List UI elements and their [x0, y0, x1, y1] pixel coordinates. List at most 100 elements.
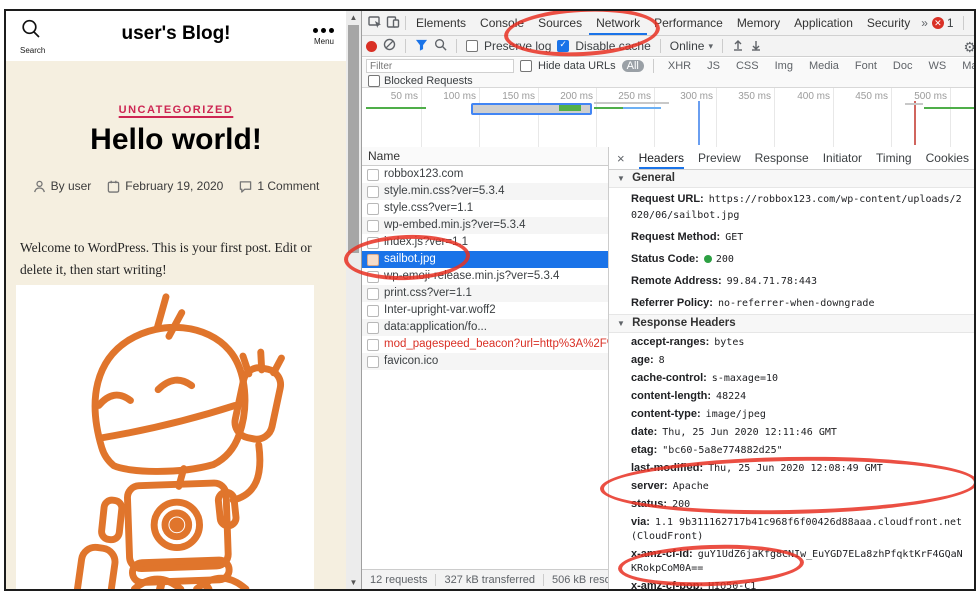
search-network-icon[interactable]: [434, 38, 447, 54]
post-image-robot: [16, 285, 314, 589]
site-title[interactable]: user's Blog!: [6, 23, 346, 45]
error-icon: ✕: [932, 17, 944, 29]
settings-gear-icon[interactable]: ⚙: [973, 15, 976, 32]
file-icon: [367, 305, 379, 317]
request-row[interactable]: wp-embed.min.js?ver=5.3.4: [362, 217, 608, 234]
detail-tab-timing[interactable]: Timing: [876, 147, 912, 169]
tick-500ms: 500 ms: [893, 91, 947, 102]
filter-type-doc[interactable]: Doc: [888, 60, 918, 72]
triangle-down-icon: ▼: [617, 319, 625, 328]
search-label: Search: [20, 46, 60, 55]
filter-type-img[interactable]: Img: [770, 60, 798, 72]
tab-elements[interactable]: Elements: [409, 11, 473, 35]
overview-load-line: [914, 101, 916, 145]
request-row[interactable]: index.js?ver=1.1: [362, 234, 608, 251]
tab-memory[interactable]: Memory: [730, 11, 787, 35]
detail-tabbar: × Headers Preview Response Initiator Tim…: [609, 147, 975, 170]
filter-type-media[interactable]: Media: [804, 60, 844, 72]
header-value: no-referrer-when-downgrade: [718, 298, 875, 309]
file-icon: [367, 339, 379, 351]
blog-scrollbar[interactable]: ▲ ▼: [346, 11, 361, 589]
tab-application[interactable]: Application: [787, 11, 860, 35]
request-detail-pane: × Headers Preview Response Initiator Tim…: [609, 147, 975, 589]
menu-dots-icon: [313, 23, 334, 33]
header-key: Referrer Policy:: [631, 297, 713, 309]
blocked-requests-checkbox[interactable]: [368, 75, 380, 87]
hide-data-urls-checkbox[interactable]: [520, 60, 532, 72]
record-icon[interactable]: [366, 41, 377, 52]
transferred-size: 327 kB transferred: [436, 574, 544, 586]
request-row-selected[interactable]: sailbot.jpg: [362, 251, 608, 268]
header-value: 200: [716, 254, 734, 265]
post-comments[interactable]: 1 Comment: [239, 179, 319, 193]
filter-type-manifest[interactable]: Manifest: [957, 60, 976, 72]
error-badge[interactable]: ✕ 1: [932, 16, 954, 30]
filter-funnel-icon[interactable]: [415, 39, 428, 54]
filter-type-font[interactable]: Font: [850, 60, 882, 72]
scroll-down-icon[interactable]: ▼: [346, 576, 361, 589]
request-row[interactable]: print.css?ver=1.1: [362, 285, 608, 302]
device-toolbar-icon[interactable]: [386, 15, 400, 32]
header-key: Request Method:: [631, 231, 720, 243]
request-row[interactable]: favicon.ico: [362, 353, 608, 370]
divider: [405, 16, 406, 30]
scrollbar-thumb[interactable]: [348, 25, 359, 253]
network-filter-bar: Hide data URLs All XHR JS CSS Img Media …: [362, 58, 975, 74]
file-icon: [367, 356, 379, 368]
menu-button[interactable]: Menu: [313, 23, 334, 46]
request-row-error[interactable]: mod_pagespeed_beacon?url=http%3A%2F%2Fro…: [362, 336, 608, 353]
general-section-header[interactable]: ▼ General: [609, 170, 975, 188]
post-date[interactable]: February 19, 2020: [107, 179, 223, 193]
filter-type-all[interactable]: All: [622, 60, 644, 72]
overview-domcontent-line: [698, 101, 700, 145]
detail-tab-response[interactable]: Response: [755, 147, 809, 169]
devtools-panel: Elements Console Sources Network Perform…: [361, 11, 975, 589]
clear-icon[interactable]: [383, 38, 396, 54]
export-har-icon[interactable]: [750, 39, 762, 54]
filter-type-js[interactable]: JS: [702, 60, 725, 72]
inspect-element-icon[interactable]: [368, 15, 382, 32]
detail-tab-initiator[interactable]: Initiator: [823, 147, 862, 169]
filter-type-ws[interactable]: WS: [923, 60, 951, 72]
detail-tab-cookies[interactable]: Cookies: [926, 147, 969, 169]
tick-50ms: 50 ms: [364, 91, 418, 102]
request-row[interactable]: wp-emoji-release.min.js?ver=5.3.4: [362, 268, 608, 285]
network-main: Name robbox123.com style.min.css?ver=5.3…: [362, 147, 975, 589]
more-tabs-icon[interactable]: »: [917, 16, 932, 30]
filter-type-xhr[interactable]: XHR: [663, 60, 696, 72]
tab-security[interactable]: Security: [860, 11, 917, 35]
preserve-log-checkbox[interactable]: [466, 40, 478, 52]
tab-sources[interactable]: Sources: [531, 11, 589, 35]
overview-bar-gray-2: [905, 103, 923, 105]
scroll-up-icon[interactable]: ▲: [346, 11, 361, 24]
disable-cache-checkbox[interactable]: [557, 40, 569, 52]
request-row[interactable]: data:application/fo...: [362, 319, 608, 336]
post-category-link[interactable]: UNCATEGORIZED: [6, 104, 346, 116]
file-icon: [367, 203, 379, 215]
close-detail-icon[interactable]: ×: [617, 151, 625, 166]
detail-tab-headers[interactable]: Headers: [639, 147, 684, 169]
network-summary-bar: 12 requests 327 kB transferred 506 kB re…: [362, 569, 608, 589]
request-row[interactable]: robbox123.com: [362, 166, 608, 183]
request-row[interactable]: Inter-upright-var.woff2: [362, 302, 608, 319]
network-overview[interactable]: 50 ms 100 ms 150 ms 200 ms 250 ms 300 ms…: [362, 88, 975, 148]
tab-network[interactable]: Network: [589, 11, 647, 35]
import-har-icon[interactable]: [732, 39, 744, 54]
menu-label: Menu: [313, 37, 334, 46]
request-row[interactable]: style.min.css?ver=5.3.4: [362, 183, 608, 200]
name-column-header[interactable]: Name: [362, 147, 608, 166]
tab-console[interactable]: Console: [473, 11, 531, 35]
detail-tab-preview[interactable]: Preview: [698, 147, 741, 169]
post-author[interactable]: By user: [33, 179, 92, 193]
robot-illustration: [16, 285, 314, 589]
throttling-dropdown[interactable]: Online ▾: [670, 39, 713, 53]
response-headers-section-header[interactable]: ▼ Response Headers: [609, 314, 975, 333]
request-row[interactable]: style.css?ver=1.1: [362, 200, 608, 217]
overview-bar-green-2: [594, 107, 623, 109]
network-settings-gear-icon[interactable]: ⚙: [963, 39, 976, 56]
filter-input[interactable]: [366, 59, 514, 73]
filter-type-css[interactable]: CSS: [731, 60, 764, 72]
header-key: Remote Address:: [631, 275, 722, 287]
tab-performance[interactable]: Performance: [647, 11, 730, 35]
tick-250ms: 250 ms: [597, 91, 651, 102]
